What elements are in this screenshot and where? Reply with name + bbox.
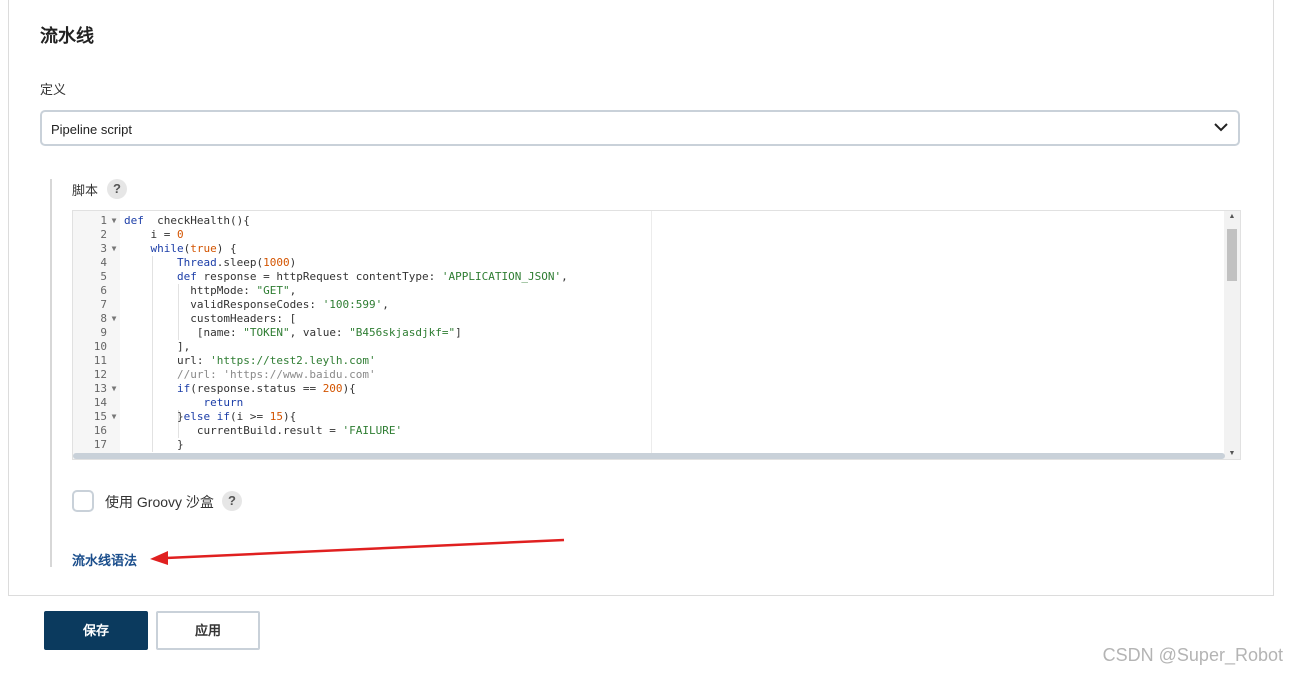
code-text: }: [124, 438, 184, 451]
scrollbar-thumb[interactable]: [1227, 229, 1237, 281]
code-text: ],: [124, 340, 191, 353]
code-text: while(true) {: [150, 242, 237, 255]
line-number: 1: [100, 214, 107, 227]
line-number: 9: [100, 326, 107, 339]
code-lines[interactable]: 1 ▼ def checkHealth(){2 i = 0 3 ▼ while(true…: [73, 214, 1223, 459]
code-text: httpMode: "GET",: [124, 284, 297, 297]
script-label: 脚本: [72, 183, 99, 198]
pipeline-syntax-link[interactable]: 流水线语法: [72, 550, 137, 569]
line-number: 17: [93, 438, 107, 451]
code-line[interactable]: 14 return: [73, 396, 1223, 410]
code-text: return: [203, 396, 244, 409]
sandbox-help-icon[interactable]: ?: [222, 491, 242, 511]
scroll-down-arrow-icon[interactable]: ▼: [1224, 450, 1240, 457]
line-number: 13: [93, 382, 107, 395]
definition-label: 定义: [40, 82, 67, 97]
code-text: def checkHealth(){: [124, 214, 250, 227]
code-text: }else if(i >= 15){: [124, 410, 297, 423]
line-number: 16: [93, 424, 107, 437]
fold-toggle-icon[interactable]: ▼: [109, 410, 119, 424]
section-title: 流水线: [40, 26, 94, 46]
line-number: 2: [100, 228, 107, 241]
code-line[interactable]: 10 ],: [73, 340, 1223, 354]
line-number: 7: [100, 298, 107, 311]
fold-toggle-icon[interactable]: ▼: [109, 312, 119, 326]
code-line[interactable]: 7 validResponseCodes: '100:599',: [73, 298, 1223, 312]
code-line[interactable]: 16 currentBuild.result = 'FAILURE': [73, 424, 1223, 438]
line-number: 10: [93, 340, 107, 353]
code-line[interactable]: 5 def response = httpRequest contentType…: [73, 270, 1223, 284]
editor-vertical-scrollbar[interactable]: ▲ ▼: [1224, 211, 1240, 459]
script-editor[interactable]: 1 ▼ def checkHealth(){2 i = 0 3 ▼ while(true…: [72, 210, 1241, 460]
definition-selected-value: Pipeline script: [51, 122, 132, 137]
watermark: CSDN @Super_Robot: [1102, 645, 1283, 665]
scroll-up-arrow-icon[interactable]: ▲: [1224, 213, 1240, 220]
line-number: 11: [93, 354, 107, 367]
code-text: //url: 'https://www.baidu.com': [124, 368, 376, 381]
line-number: 15: [93, 410, 107, 423]
save-button[interactable]: 保存: [44, 611, 148, 650]
code-line[interactable]: 15 ▼ }else if(i >= 15){: [73, 410, 1223, 424]
code-line[interactable]: 6 httpMode: "GET",: [73, 284, 1223, 298]
line-number: 3: [100, 242, 107, 255]
fold-toggle-icon[interactable]: ▼: [109, 242, 119, 256]
code-line[interactable]: 3 ▼ while(true) {: [73, 242, 1223, 256]
code-line[interactable]: 9 [name: "TOKEN", value: "B456skjasdjkf=…: [73, 326, 1223, 340]
code-text: [name: "TOKEN", value: "B456skjasdjkf="]: [124, 326, 462, 339]
code-line[interactable]: 8 ▼ customHeaders: [: [73, 312, 1223, 326]
code-text: i = 0: [124, 228, 184, 241]
apply-button[interactable]: 应用: [156, 611, 260, 650]
section-indent-bar: [50, 179, 52, 567]
code-text: def response = httpRequest contentType: …: [176, 270, 568, 283]
line-number: 6: [100, 284, 107, 297]
definition-select[interactable]: Pipeline script: [40, 110, 1240, 146]
code-text: Thread.sleep(1000): [176, 256, 297, 269]
code-text: currentBuild.result = 'FAILURE': [124, 424, 403, 437]
code-line[interactable]: 1 ▼ def checkHealth(){: [73, 214, 1223, 228]
fold-toggle-icon[interactable]: ▼: [109, 382, 119, 396]
code-text: validResponseCodes: '100:599',: [124, 298, 389, 311]
line-number: 8: [100, 312, 107, 325]
chevron-down-icon: [1214, 123, 1228, 132]
line-number: 4: [100, 256, 107, 269]
fold-toggle-icon[interactable]: ▼: [109, 214, 119, 228]
code-line[interactable]: 4 Thread.sleep(1000): [73, 256, 1223, 270]
code-line[interactable]: 17 }: [73, 438, 1223, 452]
code-line[interactable]: 11 url: 'https://test2.leylh.com': [73, 354, 1223, 368]
line-number: 5: [100, 270, 107, 283]
code-line[interactable]: 13 ▼ if(response.status == 200){: [73, 382, 1223, 396]
code-line[interactable]: 2 i = 0: [73, 228, 1223, 242]
line-number: 12: [93, 368, 107, 381]
code-text: customHeaders: [: [124, 312, 297, 325]
line-number: 14: [93, 396, 107, 409]
code-line[interactable]: 12 //url: 'https://www.baidu.com': [73, 368, 1223, 382]
editor-horizontal-scrollbar[interactable]: [73, 453, 1225, 459]
script-help-icon[interactable]: ?: [107, 179, 127, 199]
groovy-sandbox-label: 使用 Groovy 沙盒: [105, 494, 214, 510]
code-text: if(response.status == 200){: [176, 382, 356, 395]
groovy-sandbox-checkbox[interactable]: [72, 490, 94, 512]
code-text: url: 'https://test2.leylh.com': [124, 354, 376, 367]
